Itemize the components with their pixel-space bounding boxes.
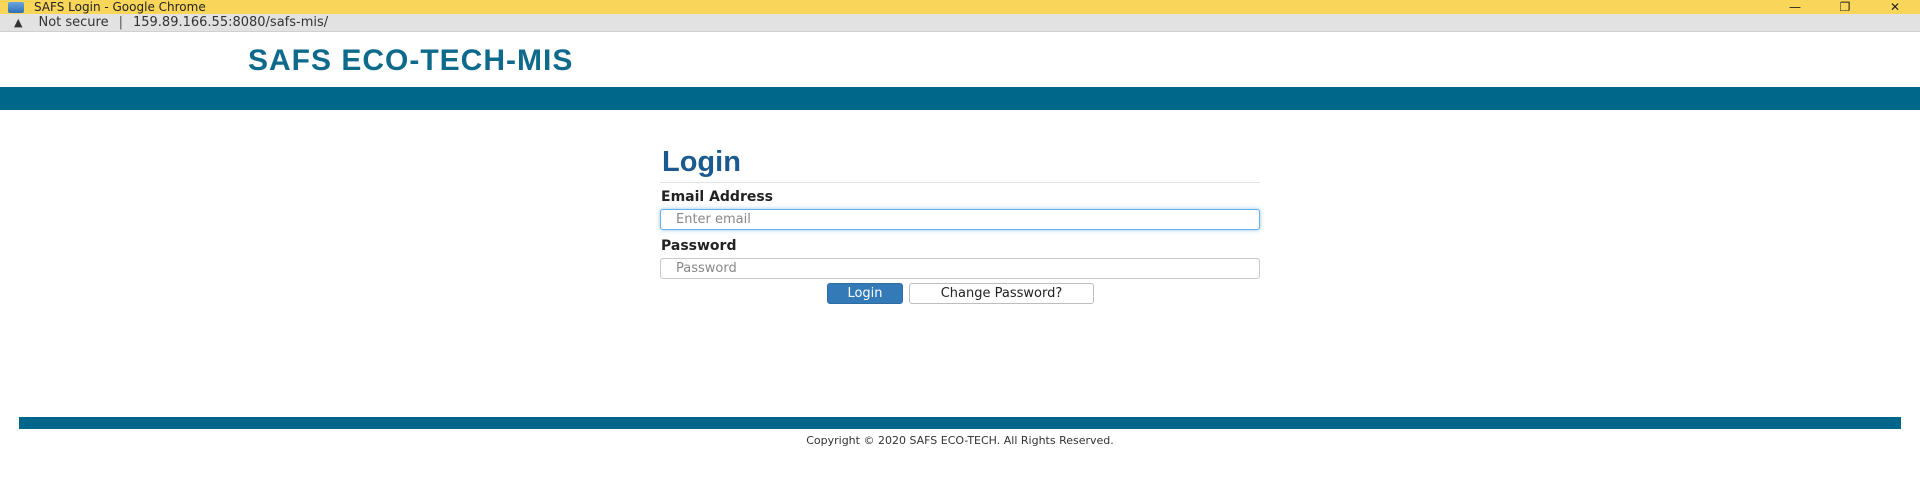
close-button[interactable]: ✕ xyxy=(1870,0,1920,14)
site-header: SAFS ECO-TECH-MIS xyxy=(0,32,1920,87)
warning-triangle-icon[interactable]: ▲ xyxy=(14,16,22,29)
change-password-button[interactable]: Change Password? xyxy=(909,283,1094,304)
login-title: Login xyxy=(662,146,741,178)
email-label: Email Address xyxy=(661,189,774,205)
window-controls: — ❐ ✕ xyxy=(1770,0,1920,14)
security-status[interactable]: Not secure xyxy=(38,15,108,30)
email-field[interactable] xyxy=(660,209,1260,230)
footer-band xyxy=(19,417,1901,429)
copyright-text: Copyright © 2020 SAFS ECO-TECH. All Righ… xyxy=(806,434,1114,447)
password-field[interactable] xyxy=(660,258,1260,279)
login-panel: Login Email Address Password Login Chang… xyxy=(660,145,1260,304)
url-text[interactable]: 159.89.166.55:8080/safs-mis/ xyxy=(133,15,328,30)
window-titlebar: SAFS Login - Google Chrome — ❐ ✕ xyxy=(0,0,1920,14)
restore-button[interactable]: ❐ xyxy=(1820,0,1870,14)
address-separator: | xyxy=(118,15,123,30)
chrome-app-icon xyxy=(8,1,24,13)
login-actions: Login Change Password? xyxy=(827,283,1094,304)
title-divider xyxy=(660,182,1260,183)
header-band xyxy=(0,87,1920,110)
password-label: Password xyxy=(661,238,737,254)
brand-logo-text: SAFS ECO-TECH-MIS xyxy=(248,44,574,77)
minimize-button[interactable]: — xyxy=(1770,0,1820,14)
address-bar[interactable]: ▲ Not secure | 159.89.166.55:8080/safs-m… xyxy=(0,14,1920,32)
window-title: SAFS Login - Google Chrome xyxy=(34,0,206,14)
login-button[interactable]: Login xyxy=(827,283,903,304)
